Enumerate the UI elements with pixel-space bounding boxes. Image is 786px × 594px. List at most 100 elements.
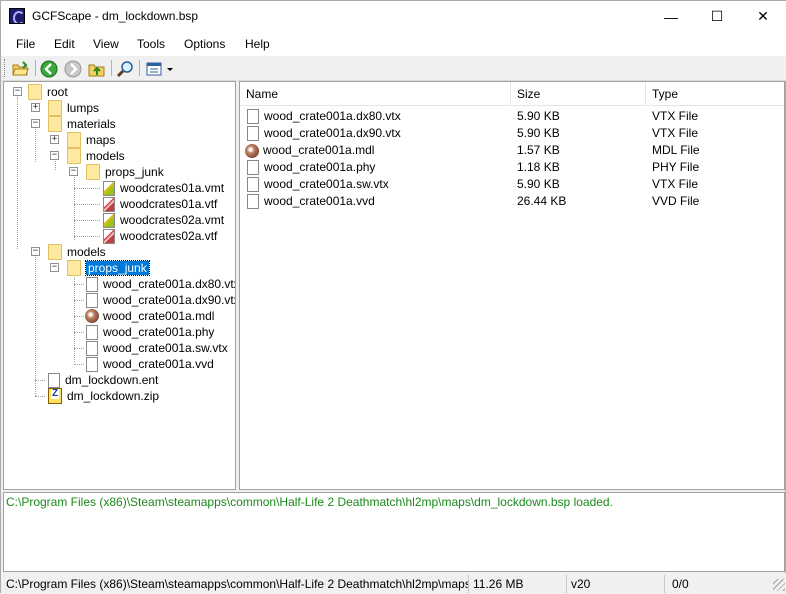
log-console[interactable]: C:\Program Files (x86)\Steam\steamapps\c… bbox=[3, 492, 785, 572]
maximize-button[interactable]: ☐ bbox=[694, 1, 740, 32]
tree-line bbox=[74, 188, 100, 189]
file-list[interactable]: Name Size Type wood_crate001a.dx80.vtx 5… bbox=[239, 81, 785, 490]
row-type: MDL File bbox=[652, 143, 700, 157]
up-folder-icon[interactable] bbox=[87, 59, 107, 78]
row-name: wood_crate001a.dx90.vtx bbox=[264, 126, 401, 140]
toolbar-separator bbox=[111, 60, 112, 76]
back-icon[interactable] bbox=[39, 59, 59, 78]
column-header-size[interactable]: Size bbox=[511, 82, 646, 106]
status-path: C:\Program Files (x86)\Steam\steamapps\c… bbox=[3, 575, 469, 593]
menu-file[interactable]: File bbox=[16, 37, 35, 51]
folder-icon bbox=[67, 260, 81, 276]
tree-node-materials[interactable]: materials bbox=[48, 116, 116, 132]
tree-node-file[interactable]: wood_crate001a.sw.vtx bbox=[86, 340, 228, 356]
list-row[interactable]: wood_crate001a.dx90.vtx 5.90 KB VTX File bbox=[240, 125, 784, 142]
tree-node-label: props_junk bbox=[105, 165, 164, 179]
folder-icon bbox=[67, 148, 81, 164]
list-row[interactable]: wood_crate001a.phy 1.18 KB PHY File bbox=[240, 159, 784, 176]
tree-node-file[interactable]: dm_lockdown.zip bbox=[48, 388, 159, 404]
tree-node-models[interactable]: models bbox=[48, 244, 106, 260]
expander-root[interactable]: − bbox=[13, 87, 22, 96]
title-bar[interactable]: GCFScape - dm_lockdown.bsp — ☐ ✕ bbox=[1, 1, 786, 32]
tree-line bbox=[74, 204, 100, 205]
expander-props-junk-mat[interactable]: − bbox=[69, 167, 78, 176]
tree-node-file[interactable]: wood_crate001a.dx90.vtx bbox=[86, 292, 235, 308]
tree-node-file[interactable]: wood_crate001a.mdl bbox=[85, 308, 214, 324]
tree-node-file[interactable]: dm_lockdown.ent bbox=[48, 372, 158, 388]
resize-grip[interactable] bbox=[773, 579, 785, 591]
file-icon bbox=[247, 126, 259, 141]
expander-models-mat[interactable]: − bbox=[50, 151, 59, 160]
tree-line bbox=[74, 220, 100, 221]
tree-node-materials-props-junk[interactable]: props_junk bbox=[86, 164, 164, 180]
folder-tree[interactable]: − root + lumps − materials + maps − mode… bbox=[3, 81, 236, 490]
file-icon bbox=[247, 160, 259, 175]
tree-line bbox=[35, 396, 45, 397]
tree-node-label: woodcrates01a.vmt bbox=[120, 181, 225, 195]
expander-props-junk[interactable]: − bbox=[50, 263, 59, 272]
close-button[interactable]: ✕ bbox=[740, 1, 786, 32]
row-size: 5.90 KB bbox=[517, 126, 560, 140]
list-row[interactable]: wood_crate001a.dx80.vtx 5.90 KB VTX File bbox=[240, 108, 784, 125]
tree-node-label: wood_crate001a.vvd bbox=[103, 357, 214, 371]
tree-node-label: wood_crate001a.sw.vtx bbox=[103, 341, 228, 355]
expander-models[interactable]: − bbox=[31, 247, 40, 256]
tree-node-root[interactable]: root bbox=[28, 84, 68, 100]
tree-line bbox=[74, 170, 75, 240]
tree-node-file[interactable]: wood_crate001a.vvd bbox=[86, 356, 214, 372]
file-icon bbox=[48, 372, 60, 388]
tree-node-file[interactable]: woodcrates02a.vtf bbox=[103, 228, 217, 244]
menu-help[interactable]: Help bbox=[245, 37, 270, 51]
tree-node-label: models bbox=[67, 245, 106, 259]
tree-node-lumps[interactable]: lumps bbox=[48, 100, 99, 116]
row-name: wood_crate001a.dx80.vtx bbox=[264, 109, 401, 123]
open-icon[interactable] bbox=[11, 59, 31, 78]
vtf-file-icon bbox=[103, 228, 115, 244]
column-header-type[interactable]: Type bbox=[646, 82, 784, 106]
minimize-button[interactable]: — bbox=[648, 1, 694, 32]
list-row[interactable]: wood_crate001a.sw.vtx 5.90 KB VTX File bbox=[240, 176, 784, 193]
row-type: VTX File bbox=[652, 177, 699, 191]
expander-lumps[interactable]: + bbox=[31, 103, 40, 112]
forward-icon[interactable] bbox=[63, 59, 83, 78]
tree-node-label: wood_crate001a.phy bbox=[103, 325, 215, 339]
tree-node-file[interactable]: wood_crate001a.phy bbox=[86, 324, 214, 340]
row-name: wood_crate001a.phy bbox=[264, 160, 376, 174]
tree-node-file[interactable]: woodcrates02a.vmt bbox=[103, 212, 224, 228]
vtf-file-icon bbox=[103, 196, 115, 212]
view-mode-icon[interactable] bbox=[144, 59, 176, 78]
tree-line bbox=[74, 284, 84, 285]
file-icon bbox=[86, 356, 98, 372]
tree-node-label: lumps bbox=[67, 101, 100, 115]
row-type: PHY File bbox=[652, 160, 700, 174]
zip-file-icon bbox=[48, 388, 62, 404]
tree-node-file[interactable]: woodcrates01a.vtf bbox=[103, 196, 217, 212]
tree-node-file[interactable]: wood_crate001a.dx80.vtx bbox=[86, 276, 235, 292]
file-icon bbox=[247, 109, 259, 124]
tree-line bbox=[35, 122, 36, 162]
tree-node-label: wood_crate001a.mdl bbox=[103, 309, 215, 323]
file-icon bbox=[86, 340, 98, 356]
file-icon bbox=[86, 324, 98, 340]
list-row[interactable]: wood_crate001a.vvd 26.44 KB VVD File bbox=[240, 193, 784, 210]
tree-node-models-props-junk[interactable]: props_junk bbox=[67, 260, 150, 276]
row-type: VVD File bbox=[652, 194, 700, 208]
toolbar-separator bbox=[139, 60, 140, 76]
tree-node-label: maps bbox=[86, 133, 116, 147]
menu-tools[interactable]: Tools bbox=[137, 37, 165, 51]
expander-maps[interactable]: + bbox=[50, 135, 59, 144]
toolbar-grip[interactable] bbox=[4, 59, 7, 77]
menu-options[interactable]: Options bbox=[184, 37, 225, 51]
tree-node-materials-models[interactable]: models bbox=[67, 148, 125, 164]
list-row[interactable]: wood_crate001a.mdl 1.57 KB MDL File bbox=[240, 142, 784, 159]
find-icon[interactable] bbox=[115, 59, 135, 78]
menu-view[interactable]: View bbox=[93, 37, 119, 51]
tree-line bbox=[74, 332, 84, 333]
column-header-name[interactable]: Name bbox=[240, 82, 511, 106]
tree-node-maps[interactable]: maps bbox=[67, 132, 115, 148]
menu-edit[interactable]: Edit bbox=[54, 37, 75, 51]
status-bar: C:\Program Files (x86)\Steam\steamapps\c… bbox=[1, 573, 786, 594]
expander-materials[interactable]: − bbox=[31, 119, 40, 128]
tree-node-file[interactable]: woodcrates01a.vmt bbox=[103, 180, 224, 196]
folder-icon bbox=[48, 116, 62, 132]
